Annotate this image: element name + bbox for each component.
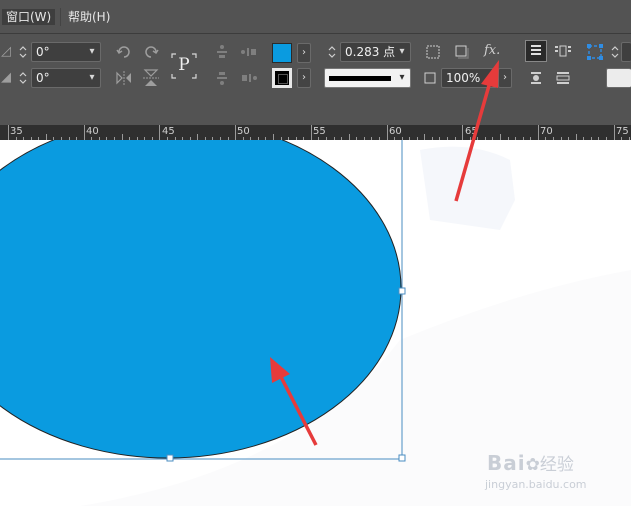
fill-dropdown-button[interactable]: › — [297, 43, 311, 63]
proxy-icon[interactable]: P — [170, 52, 198, 80]
opacity-dropdown-button[interactable]: › — [498, 68, 512, 88]
opacity-value: 100% — [446, 71, 481, 85]
stroke-weight-spinner[interactable] — [326, 42, 338, 62]
ruler-label: 65 — [465, 126, 478, 137]
chevron-right-icon: › — [503, 72, 507, 83]
corner-options-icon[interactable] — [425, 44, 441, 65]
shear-angle-icon: ◿ — [1, 44, 11, 59]
align-bottom-icon[interactable] — [214, 70, 230, 91]
watermark-brand-suffix: 经验 — [539, 455, 574, 475]
chevron-down-icon[interactable]: ▾ — [397, 72, 407, 84]
rotate-angle-icon: ◢ — [1, 70, 11, 85]
ruler-label: 60 — [389, 126, 402, 137]
menu-help[interactable]: 帮助(H) — [64, 9, 114, 25]
ruler-label: 75 — [616, 126, 629, 137]
ruler-label: 45 — [162, 126, 175, 137]
background-artifact — [420, 146, 515, 230]
stroke-swatch[interactable] — [272, 68, 292, 88]
ruler-tick — [8, 125, 9, 140]
rotate-angle-value: 0° — [36, 71, 50, 85]
flip-horizontal-icon[interactable] — [115, 70, 133, 91]
ruler-tick — [614, 125, 615, 140]
ruler-tick — [84, 125, 85, 140]
ruler-label: 55 — [313, 126, 326, 137]
stroke-type-field[interactable]: ▾ — [324, 68, 411, 88]
ruler-tick — [538, 125, 539, 140]
wrap-none-icon — [531, 45, 541, 55]
watermark-url: jingyan.baidu.com — [485, 478, 587, 491]
align-top-icon[interactable] — [214, 44, 230, 65]
wrap-none-button[interactable] — [525, 40, 547, 62]
chevron-down-icon[interactable]: ▾ — [397, 46, 407, 58]
wrap-bounding-box-icon[interactable] — [554, 43, 572, 64]
horizontal-ruler[interactable]: 35 40 45 50 55 60 65 70 75 — [0, 125, 631, 140]
stroke-type-preview — [329, 76, 391, 81]
shear-angle-value: 0° — [36, 45, 50, 59]
stroke-swatch-inner — [278, 74, 288, 84]
control-panel: ◿ 0° ▾ ◢ 0° ▾ P › › 0.283 点 ▾ ▾ fx. 100%… — [0, 34, 631, 125]
distribute-horizontal-icon[interactable] — [240, 44, 258, 65]
opacity-field[interactable]: 100% — [441, 68, 497, 88]
rotate-ccw-icon[interactable] — [142, 42, 160, 65]
proxy-label: P — [178, 55, 190, 75]
wrap-jump-object-icon[interactable] — [554, 70, 572, 91]
document-canvas[interactable]: Bai✿经验 jingyan.baidu.com — [0, 140, 631, 506]
watermark-brand: Bai — [487, 451, 526, 475]
distribute-right-icon[interactable] — [240, 70, 258, 91]
flip-vertical-icon[interactable] — [142, 68, 160, 95]
ruler-tick — [235, 125, 236, 140]
ruler-label: 35 — [10, 126, 23, 137]
chevron-down-icon[interactable]: ▾ — [87, 46, 97, 58]
auto-fit-field[interactable] — [621, 42, 631, 62]
wrap-object-shape-icon[interactable] — [527, 70, 545, 91]
ruler-tick — [159, 125, 160, 140]
ruler-label: 70 — [540, 126, 553, 137]
shear-angle-field[interactable]: 0° ▾ — [31, 42, 101, 62]
fx-icon[interactable]: fx. — [484, 43, 504, 59]
frame-fitting-field[interactable] — [606, 68, 631, 88]
ruler-label: 40 — [86, 126, 99, 137]
shear-angle-spinner[interactable] — [17, 42, 29, 62]
rotate-angle-field[interactable]: 0° ▾ — [31, 68, 101, 88]
drop-shadow-icon[interactable] — [454, 44, 470, 65]
frame-handle-bottom — [166, 454, 174, 462]
baidu-watermark: Bai✿经验 — [487, 450, 574, 475]
menu-separator — [60, 8, 61, 26]
ruler-tick — [462, 125, 463, 140]
frame-handle-right — [398, 287, 406, 295]
chevron-right-icon: › — [302, 47, 306, 58]
chevron-right-icon: › — [302, 72, 306, 83]
rotate-cw-icon[interactable] — [115, 42, 133, 65]
select-container-icon[interactable] — [586, 43, 604, 66]
ruler-tick — [311, 125, 312, 140]
menu-bar: 窗口(W) 帮助(H) — [0, 0, 631, 34]
opacity-icon — [424, 72, 436, 89]
stroke-weight-value: 0.283 点 — [345, 45, 396, 59]
ruler-label: 50 — [237, 126, 250, 137]
menu-window[interactable]: 窗口(W) — [2, 9, 56, 25]
fill-swatch[interactable] — [272, 43, 292, 63]
auto-fit-spinner[interactable] — [609, 42, 621, 62]
stroke-dropdown-button[interactable]: › — [297, 68, 311, 88]
paw-icon: ✿ — [525, 455, 540, 475]
frame-handle-corner — [398, 454, 406, 462]
stroke-weight-field[interactable]: 0.283 点 ▾ — [340, 42, 411, 62]
chevron-down-icon[interactable]: ▾ — [87, 72, 97, 84]
rotate-angle-spinner[interactable] — [17, 68, 29, 88]
ruler-tick — [387, 125, 388, 140]
